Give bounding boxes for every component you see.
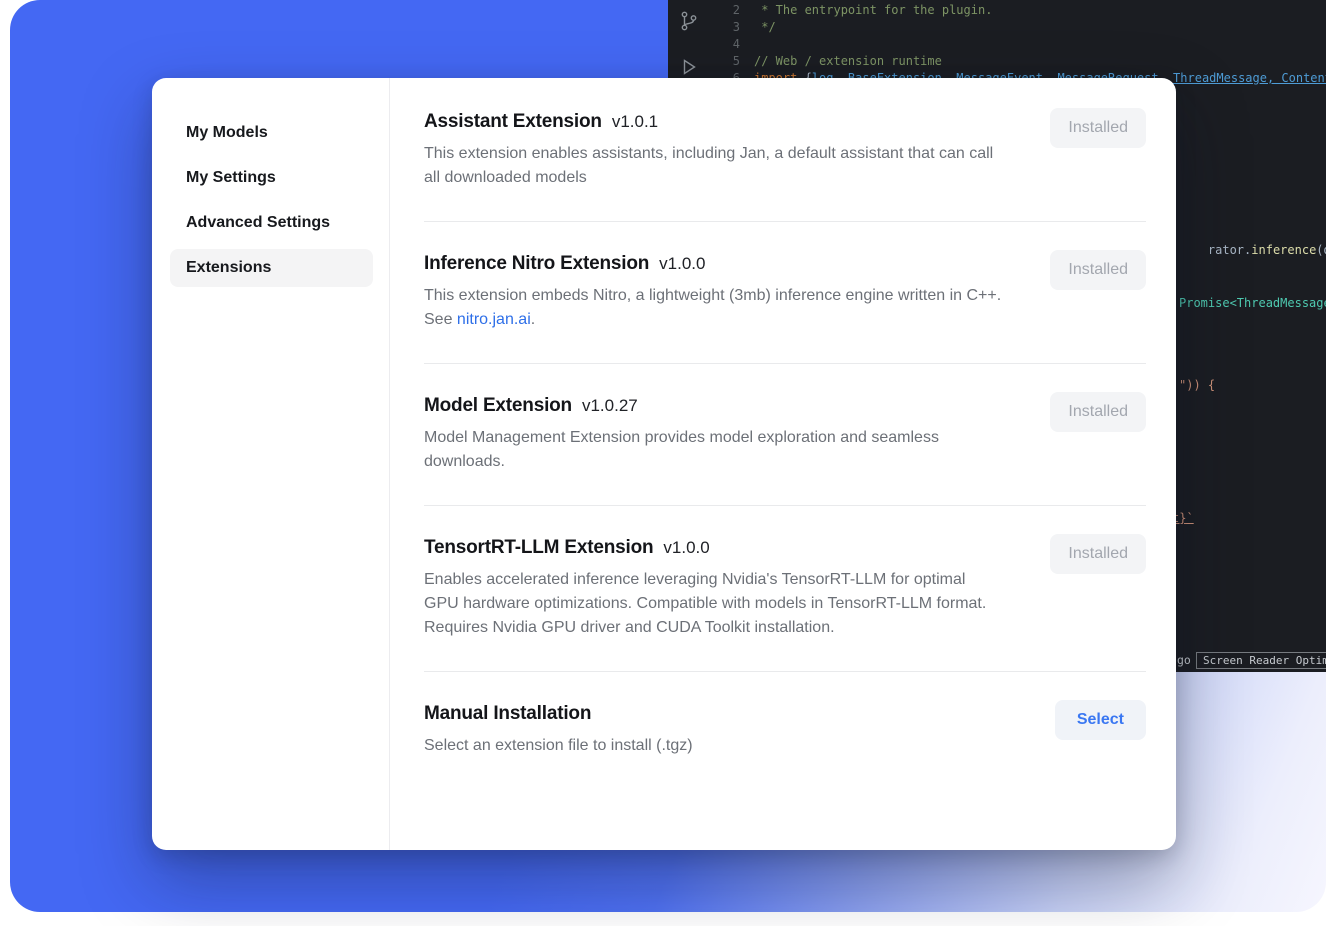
- source-control-icon[interactable]: [678, 10, 700, 35]
- extension-title-line: Assistant Extension v1.0.1: [424, 111, 1024, 133]
- code-line: 2 * The entrypoint for the plugin.: [714, 2, 1326, 19]
- extension-title-line: TensortRT-LLM Extension v1.0.0: [424, 537, 1024, 559]
- code-line: 3 */: [714, 19, 1326, 36]
- extension-row-tensorrt: TensortRT-LLM Extension v1.0.0 Enables a…: [424, 505, 1146, 671]
- extension-title-line: Model Extension v1.0.27: [424, 395, 1024, 417]
- extension-title: TensortRT-LLM Extension: [424, 537, 653, 559]
- code-fragment: ")) {: [1179, 378, 1215, 392]
- extensions-list: Assistant Extension v1.0.1 This extensio…: [390, 78, 1176, 850]
- extension-info: Model Extension v1.0.27 Model Management…: [424, 395, 1050, 474]
- code-comment: // Web / extension runtime: [754, 53, 942, 70]
- code-text: rator.: [1208, 243, 1251, 257]
- extension-title-line: Inference Nitro Extension v1.0.0: [424, 253, 1024, 275]
- installed-button[interactable]: Installed: [1050, 392, 1146, 432]
- code-fragment: Promise<ThreadMessage>: [1179, 296, 1326, 310]
- code-comment: * The entrypoint for the plugin.: [754, 2, 992, 19]
- extension-title: Manual Installation: [424, 703, 591, 725]
- line-number: 3: [714, 19, 740, 36]
- extension-version: v1.0.1: [612, 112, 658, 132]
- statusbar-language[interactable]: go: [1177, 653, 1191, 667]
- code-fragment: rator.inference(data));: [1179, 229, 1326, 271]
- extension-info: Inference Nitro Extension v1.0.0 This ex…: [424, 253, 1050, 332]
- extension-description: Enables accelerated inference leveraging…: [424, 568, 1004, 640]
- select-file-button[interactable]: Select: [1055, 700, 1146, 740]
- installed-button[interactable]: Installed: [1050, 108, 1146, 148]
- extension-info: Assistant Extension v1.0.1 This extensio…: [424, 111, 1050, 190]
- extension-info: TensortRT-LLM Extension v1.0.0 Enables a…: [424, 537, 1050, 640]
- description-text: .: [531, 311, 535, 328]
- code-area: 2 * The entrypoint for the plugin. 3 */ …: [714, 2, 1326, 87]
- extension-version: v1.0.27: [582, 396, 638, 416]
- sidebar-item-extensions[interactable]: Extensions: [170, 249, 373, 287]
- line-number: 2: [714, 2, 740, 19]
- extension-row-model: Model Extension v1.0.27 Model Management…: [424, 363, 1146, 505]
- extension-info: Manual Installation Select an extension …: [424, 703, 1055, 758]
- extension-title-line: Manual Installation: [424, 703, 1029, 725]
- settings-modal: My Models My Settings Advanced Settings …: [152, 78, 1176, 850]
- extension-version: v1.0.0: [659, 254, 705, 274]
- sidebar-item-advanced-settings[interactable]: Advanced Settings: [170, 204, 373, 242]
- sidebar-item-label: My Settings: [186, 169, 276, 186]
- settings-sidebar: My Models My Settings Advanced Settings …: [152, 78, 390, 850]
- extension-row-manual-install: Manual Installation Select an extension …: [424, 671, 1146, 789]
- sidebar-item-my-settings[interactable]: My Settings: [170, 159, 373, 197]
- statusbar-screen-reader-badge[interactable]: Screen Reader Optimized: [1196, 652, 1326, 669]
- installed-button[interactable]: Installed: [1050, 534, 1146, 574]
- code-text: (data));: [1316, 243, 1326, 257]
- line-number: 5: [714, 53, 740, 70]
- extension-description: This extension enables assistants, inclu…: [424, 142, 1004, 190]
- extension-description: Select an extension file to install (.tg…: [424, 734, 1004, 758]
- extension-row-nitro: Inference Nitro Extension v1.0.0 This ex…: [424, 221, 1146, 363]
- sidebar-item-label: Extensions: [186, 259, 271, 276]
- installed-button[interactable]: Installed: [1050, 250, 1146, 290]
- sidebar-item-my-models[interactable]: My Models: [170, 114, 373, 152]
- extension-description: This extension embeds Nitro, a lightweig…: [424, 284, 1004, 332]
- code-comment: */: [754, 19, 776, 36]
- extension-title: Assistant Extension: [424, 111, 602, 133]
- nitro-link[interactable]: nitro.jan.ai: [457, 311, 531, 328]
- code-function: inference: [1251, 243, 1316, 257]
- sidebar-item-label: Advanced Settings: [186, 214, 330, 231]
- extension-title: Inference Nitro Extension: [424, 253, 649, 275]
- sidebar-item-label: My Models: [186, 124, 268, 141]
- code-line: 5 // Web / extension runtime: [714, 53, 1326, 70]
- code-line: 4: [714, 36, 1326, 53]
- extension-title: Model Extension: [424, 395, 572, 417]
- line-number: 4: [714, 36, 740, 53]
- extension-description: Model Management Extension provides mode…: [424, 426, 1004, 474]
- extension-version: v1.0.0: [663, 538, 709, 558]
- extension-row-assistant: Assistant Extension v1.0.1 This extensio…: [424, 78, 1146, 221]
